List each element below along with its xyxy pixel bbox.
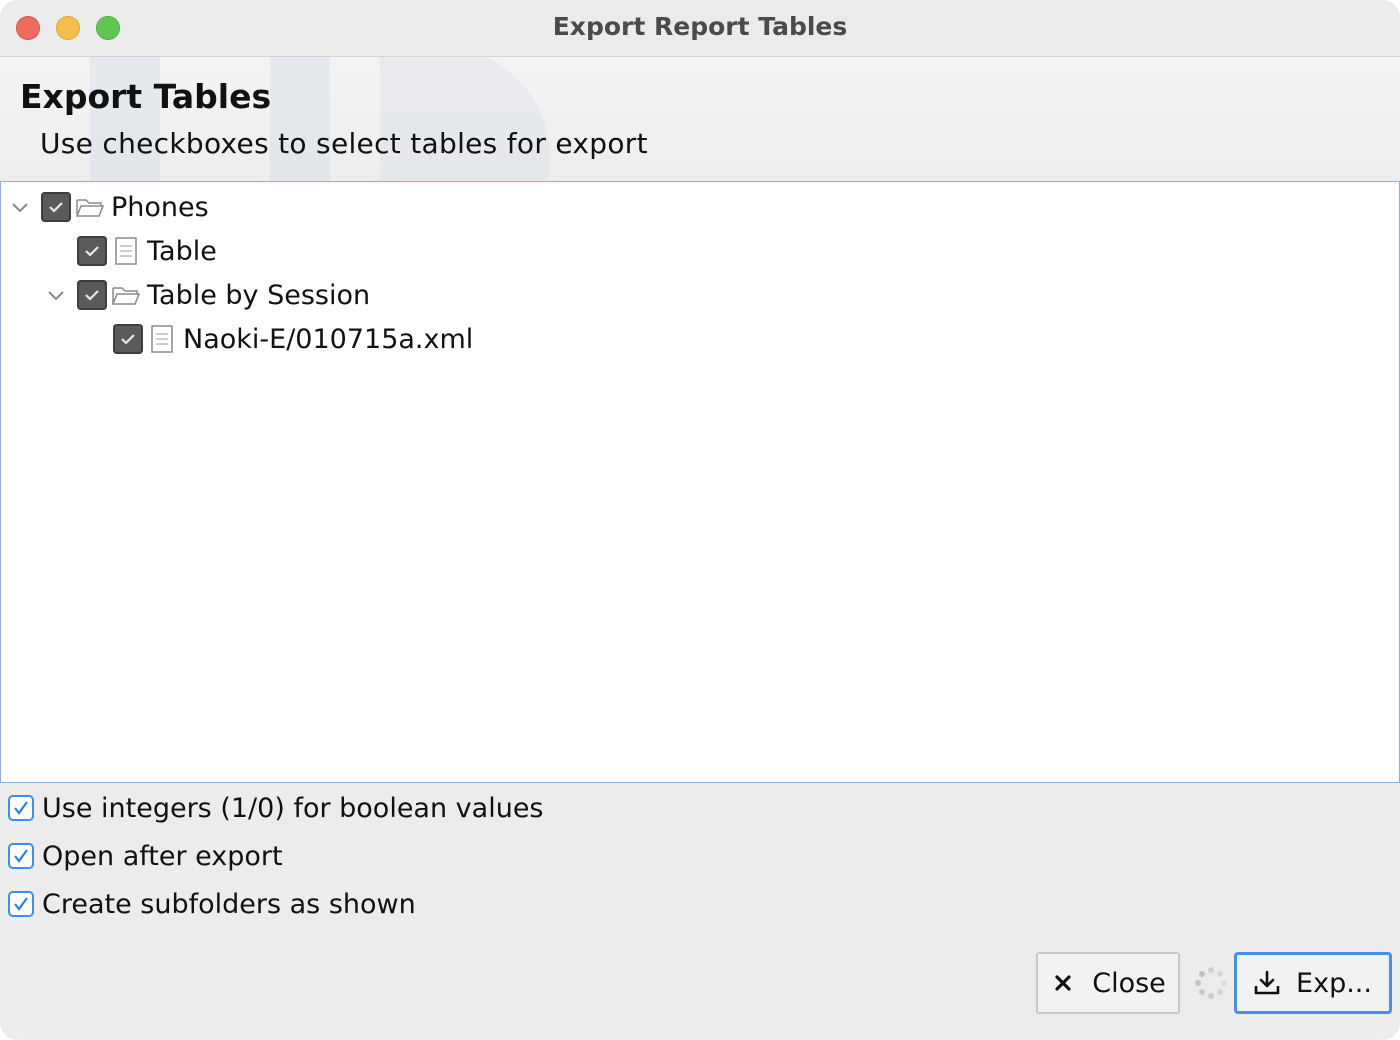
folder-icon [112, 287, 141, 305]
option-open-after-export[interactable]: Open after export [8, 838, 283, 874]
checkmark-icon [14, 849, 28, 863]
export-button[interactable]: Exp... [1234, 952, 1392, 1014]
tree-item-table-by-session[interactable]: Table by Session [45, 275, 370, 315]
tree-item-label: Table [147, 235, 217, 267]
checkmark-icon [85, 290, 99, 301]
checkmark-icon [121, 334, 135, 345]
tree-checkbox[interactable] [41, 192, 71, 222]
document-icon [151, 325, 173, 353]
window-title: Export Report Tables [552, 12, 848, 41]
option-create-subfolders[interactable]: Create subfolders as shown [8, 886, 416, 922]
header-subtitle: Use checkboxes to select tables for expo… [40, 127, 648, 160]
title-bar: Export Report Tables [0, 0, 1400, 57]
open-after-export-checkbox[interactable] [8, 843, 34, 869]
tree-checkbox[interactable] [77, 280, 107, 310]
header-watermark-icon [90, 57, 550, 181]
download-icon [1254, 970, 1280, 995]
checkmark-icon [14, 801, 28, 815]
export-dialog: Export Report Tables Export Tables Use c… [0, 0, 1400, 1040]
chevron-down-icon[interactable] [9, 196, 31, 218]
close-icon [1055, 975, 1071, 991]
checkmark-icon [49, 202, 63, 213]
export-button-label: Exp... [1296, 967, 1372, 999]
close-button[interactable]: Close [1036, 952, 1180, 1014]
document-icon [115, 237, 137, 265]
folder-icon [76, 199, 105, 217]
checkmark-icon [85, 246, 99, 257]
tree-item-label: Naoki-E/010715a.xml [183, 323, 474, 355]
tree-checkbox[interactable] [113, 324, 143, 354]
use-integers-checkbox[interactable] [8, 795, 34, 821]
option-label: Open after export [42, 840, 283, 872]
tree-item-label: Phones [111, 191, 209, 223]
tree-item-session-file[interactable]: Naoki-E/010715a.xml [113, 319, 473, 359]
checkmark-icon [14, 897, 28, 911]
close-button-label: Close [1092, 967, 1166, 999]
header-title: Export Tables [20, 77, 272, 116]
tree-item-label: Table by Session [147, 279, 371, 311]
create-subfolders-checkbox[interactable] [8, 891, 34, 917]
chevron-down-icon[interactable] [45, 284, 67, 306]
option-label: Use integers (1/0) for boolean values [42, 792, 544, 824]
option-use-integers[interactable]: Use integers (1/0) for boolean values [8, 790, 544, 826]
tree-checkbox[interactable] [77, 236, 107, 266]
dialog-header: Export Tables Use checkboxes to select t… [0, 57, 1400, 181]
tree-item-table[interactable]: Table [77, 231, 217, 271]
table-tree: Phones Table Table by Session Naoki-E/01… [0, 181, 1400, 783]
tree-item-phones[interactable]: Phones [9, 187, 209, 227]
option-label: Create subfolders as shown [42, 888, 416, 920]
loading-spinner-icon [1195, 967, 1227, 999]
